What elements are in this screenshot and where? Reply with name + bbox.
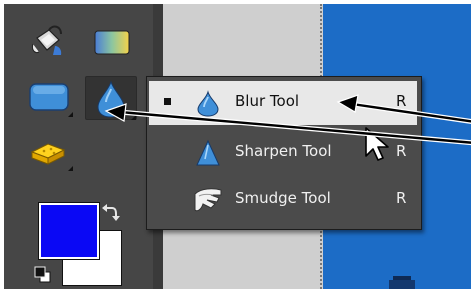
swap-colors-button[interactable] [100,202,122,224]
menu-item-label: Smudge Tool [235,189,331,207]
rounded-rectangle-icon [29,83,69,111]
frame-border [0,0,4,293]
menu-item-label: Blur Tool [235,92,300,110]
frame-border [471,0,475,293]
default-colors-button[interactable] [34,266,52,284]
blur-tool[interactable] [85,76,137,120]
shape-tool[interactable] [26,78,74,118]
swap-arrows-icon [102,204,120,221]
paint-bucket-icon [32,25,62,55]
menu-item-shortcut: R [396,92,407,110]
sponge-tool[interactable] [26,132,74,172]
frame-border [0,0,475,4]
menu-item-shortcut: R [396,189,407,207]
current-tool-indicator [164,98,171,105]
blur-tools-flyout-menu: Blur Tool R Sharpen Tool R Smudge Tool R [146,76,422,230]
toolbox-panel [4,4,154,289]
more-tools-indicator [68,112,73,117]
menu-item-smudge-tool[interactable]: Smudge Tool R [149,178,417,222]
paint-bucket-tool[interactable] [31,24,65,60]
foreground-color-swatch[interactable] [38,202,100,260]
default-colors-icon [34,266,51,283]
menu-item-shortcut: R [396,142,407,160]
more-tools-indicator [68,166,73,171]
blur-drop-icon [197,90,219,117]
more-tools-indicator [131,115,136,120]
menu-item-blur-tool[interactable]: Blur Tool R [149,81,417,125]
menu-item-sharpen-tool[interactable]: Sharpen Tool R [149,131,417,175]
gradient-tool[interactable] [93,28,133,58]
smudge-finger-icon [194,188,222,212]
sponge-icon [30,143,66,165]
sharpen-triangle-icon [196,139,220,166]
frame-border [0,289,475,293]
gradient-icon [94,30,130,55]
menu-item-label: Sharpen Tool [235,142,332,160]
screenshot-frame: Blur Tool R Sharpen Tool R Smudge Tool R [0,0,475,293]
